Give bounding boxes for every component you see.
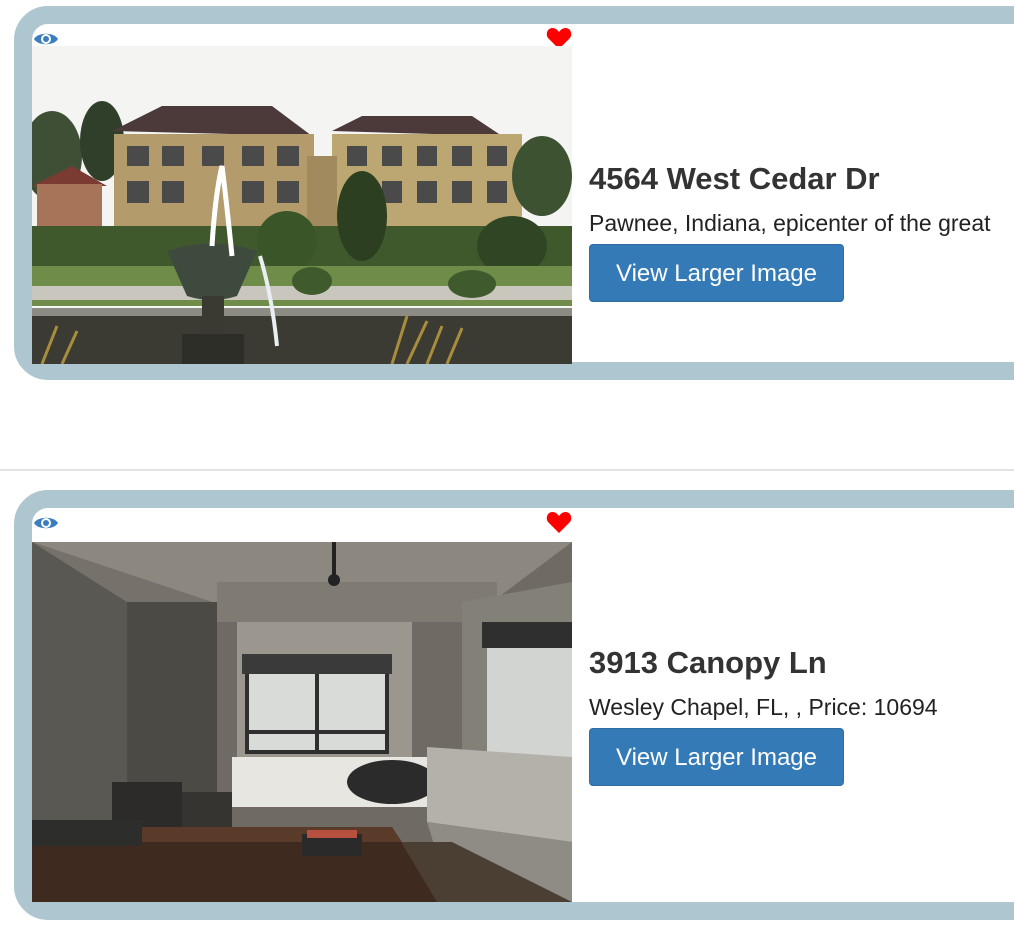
listing-card: 3913 Canopy Ln Wesley Chapel, FL, , Pric… bbox=[14, 490, 1014, 920]
listing-info: 4564 West Cedar Dr Pawnee, Indiana, epic… bbox=[589, 160, 1014, 302]
estate-garden-image bbox=[32, 46, 572, 364]
divider bbox=[0, 469, 1014, 471]
listing-photo[interactable] bbox=[32, 542, 572, 902]
listing-address: 4564 West Cedar Dr bbox=[589, 161, 880, 196]
view-larger-image-button[interactable]: View Larger Image bbox=[589, 244, 844, 302]
listing-description: Pawnee, Indiana, epicenter of the great bbox=[589, 210, 991, 236]
eye-icon[interactable] bbox=[33, 512, 59, 534]
listing-description: Wesley Chapel, FL, , Price: 10694 bbox=[589, 694, 938, 720]
listing-address: 3913 Canopy Ln bbox=[589, 645, 827, 680]
view-larger-image-button[interactable]: View Larger Image bbox=[589, 728, 844, 786]
listing-info: 3913 Canopy Ln Wesley Chapel, FL, , Pric… bbox=[589, 644, 1014, 786]
listing-photo[interactable] bbox=[32, 46, 572, 364]
listing-card: 4564 West Cedar Dr Pawnee, Indiana, epic… bbox=[14, 6, 1014, 380]
apartment-interior-image bbox=[32, 542, 572, 902]
heart-icon[interactable] bbox=[546, 510, 572, 534]
listings-page: 4564 West Cedar Dr Pawnee, Indiana, epic… bbox=[0, 0, 1014, 930]
